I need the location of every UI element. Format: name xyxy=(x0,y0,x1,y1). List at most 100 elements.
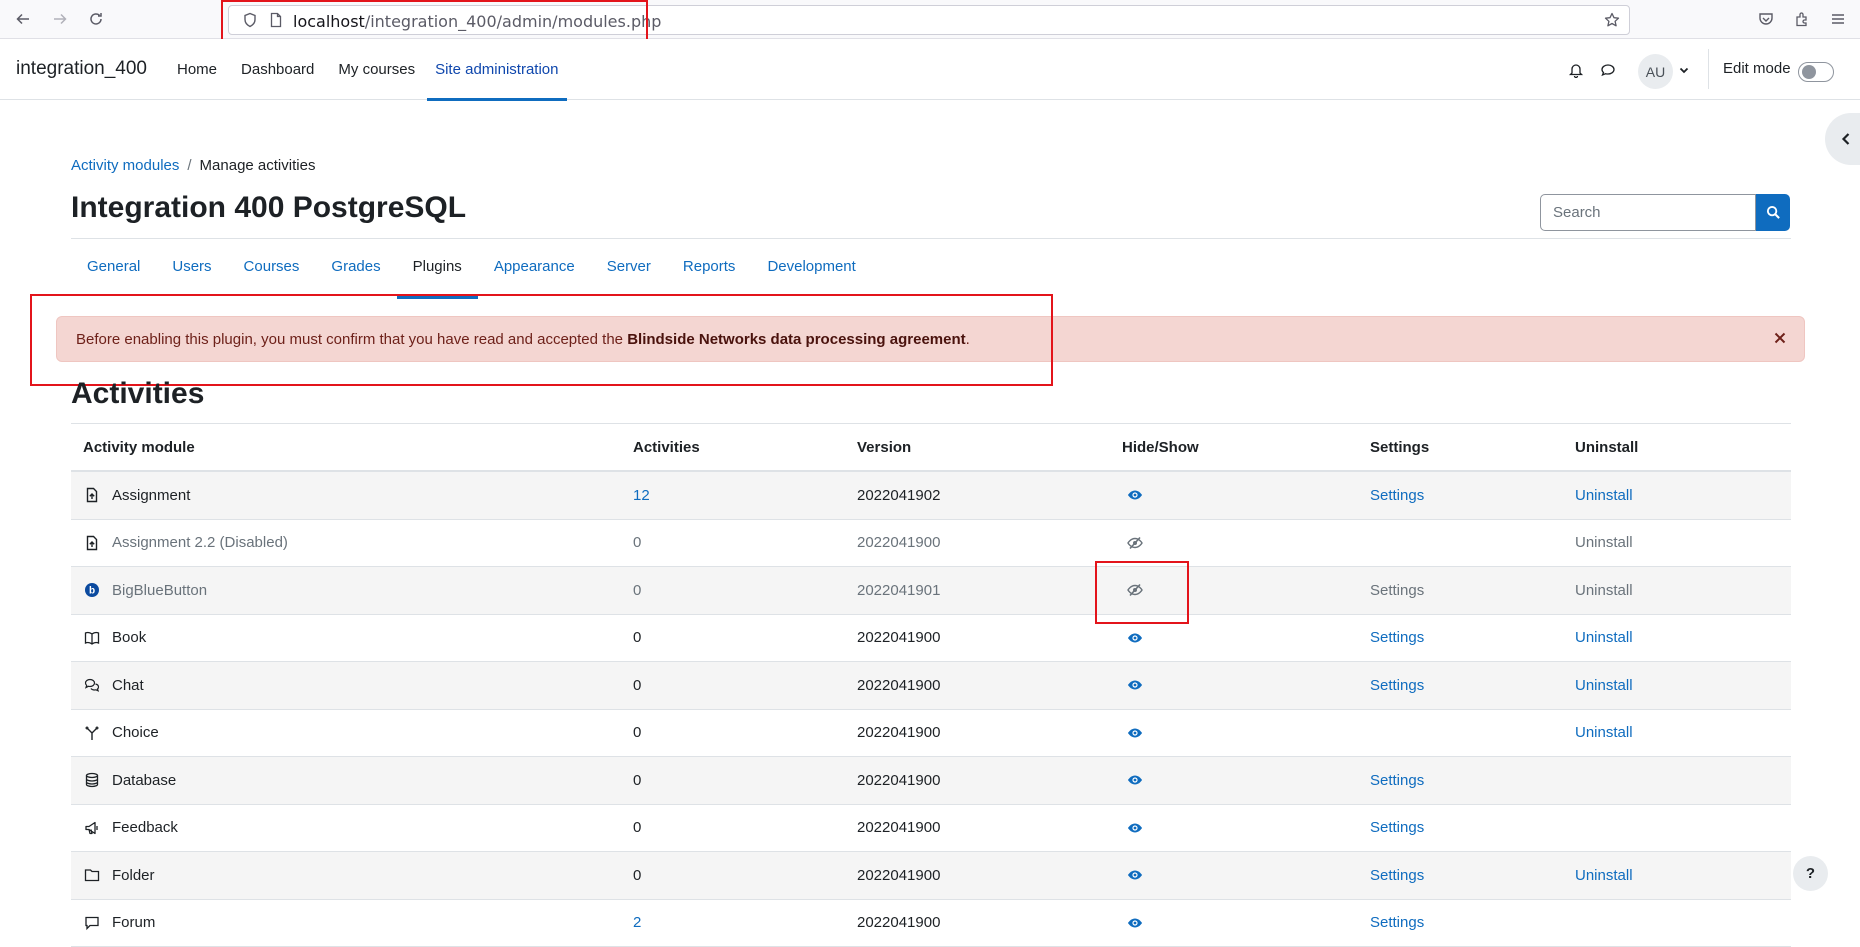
settings-link[interactable]: Settings xyxy=(1370,867,1424,884)
module-name: Folder xyxy=(112,867,155,884)
uninstall-link[interactable]: Uninstall xyxy=(1575,534,1633,551)
settings-cell: Settings xyxy=(1370,615,1575,662)
tab-general[interactable]: General xyxy=(71,245,156,299)
module-name: Assignment xyxy=(112,487,190,504)
activities-count[interactable]: 2 xyxy=(633,914,641,931)
tab-server[interactable]: Server xyxy=(591,245,667,299)
breadcrumb-activity-modules[interactable]: Activity modules xyxy=(71,157,179,174)
uninstall-cell xyxy=(1575,805,1791,852)
chevron-left-icon xyxy=(1839,132,1853,146)
eye-icon[interactable] xyxy=(1122,772,1143,788)
module-version: 2022041900 xyxy=(857,534,940,551)
pocket-icon[interactable] xyxy=(1755,8,1777,30)
version-cell: 2022041900 xyxy=(857,900,1122,947)
bookmark-star-icon[interactable] xyxy=(1601,9,1623,31)
folder-icon xyxy=(83,866,101,884)
close-icon[interactable] xyxy=(1771,329,1789,347)
notifications-bell-icon[interactable] xyxy=(1565,59,1587,81)
eye-slash-icon[interactable] xyxy=(1122,535,1143,551)
module-name-cell: Chat xyxy=(71,662,633,709)
tab-appearance[interactable]: Appearance xyxy=(478,245,591,299)
module-version: 2022041901 xyxy=(857,582,940,599)
back-icon[interactable] xyxy=(12,8,34,30)
module-name: Book xyxy=(112,629,146,646)
module-name-cell: Database xyxy=(71,757,633,804)
uninstall-link[interactable]: Uninstall xyxy=(1575,867,1633,884)
nav-home[interactable]: Home xyxy=(165,39,229,100)
uninstall-link[interactable]: Uninstall xyxy=(1575,629,1633,646)
site-name[interactable]: integration_400 xyxy=(16,58,147,80)
settings-link[interactable]: Settings xyxy=(1370,677,1424,694)
module-name-cell: Forum xyxy=(71,900,633,947)
eye-icon[interactable] xyxy=(1122,915,1143,931)
settings-link[interactable]: Settings xyxy=(1370,629,1424,646)
tab-users[interactable]: Users xyxy=(156,245,227,299)
hide-show-cell xyxy=(1122,805,1370,852)
help-button[interactable]: ? xyxy=(1793,856,1828,891)
settings-cell: Settings xyxy=(1370,472,1575,519)
search-input[interactable] xyxy=(1540,194,1756,231)
breadcrumb: Activity modules / Manage activities xyxy=(71,157,315,174)
activities-count[interactable]: 12 xyxy=(633,487,650,504)
settings-link[interactable]: Settings xyxy=(1370,582,1424,599)
forward-icon[interactable] xyxy=(49,8,71,30)
eye-icon[interactable] xyxy=(1122,630,1143,646)
module-name: Feedback xyxy=(112,819,178,836)
svg-text:b: b xyxy=(89,586,95,597)
book-icon xyxy=(83,629,101,647)
eye-icon[interactable] xyxy=(1122,867,1143,883)
module-version: 2022041900 xyxy=(857,867,940,884)
tab-development[interactable]: Development xyxy=(751,245,871,299)
hide-show-cell xyxy=(1122,520,1370,567)
nav-dashboard[interactable]: Dashboard xyxy=(229,39,326,100)
messages-icon[interactable] xyxy=(1597,59,1619,81)
nav-my-courses[interactable]: My courses xyxy=(326,39,427,100)
settings-link[interactable]: Settings xyxy=(1370,487,1424,504)
choice-icon xyxy=(83,724,101,742)
block-drawer-toggle[interactable] xyxy=(1825,113,1860,165)
module-name-cell: Assignment xyxy=(71,472,633,519)
search-button[interactable] xyxy=(1756,194,1790,231)
uninstall-link[interactable]: Uninstall xyxy=(1575,487,1633,504)
chevron-down-icon[interactable] xyxy=(1673,59,1695,81)
table-row: Chat02022041900SettingsUninstall xyxy=(71,662,1791,710)
uninstall-link[interactable]: Uninstall xyxy=(1575,724,1633,741)
edit-mode-toggle[interactable] xyxy=(1798,62,1834,82)
tab-grades[interactable]: Grades xyxy=(315,245,396,299)
activities-count: 0 xyxy=(633,772,641,789)
version-cell: 2022041900 xyxy=(857,805,1122,852)
header-activity-module: Activity module xyxy=(71,424,633,470)
eye-icon[interactable] xyxy=(1122,725,1143,741)
reload-icon[interactable] xyxy=(85,8,107,30)
settings-cell: Settings xyxy=(1370,567,1575,614)
activities-count-cell: 12 xyxy=(633,472,857,519)
module-name-cell: Assignment 2.2 (Disabled) xyxy=(71,520,633,567)
eye-icon[interactable] xyxy=(1122,677,1143,693)
tab-reports[interactable]: Reports xyxy=(667,245,752,299)
header-divider xyxy=(71,238,1791,239)
uninstall-link[interactable]: Uninstall xyxy=(1575,582,1633,599)
settings-cell: Settings xyxy=(1370,662,1575,709)
tab-plugins[interactable]: Plugins xyxy=(397,245,478,299)
table-header: Activity module Activities Version Hide/… xyxy=(71,424,1791,472)
settings-link[interactable]: Settings xyxy=(1370,772,1424,789)
uninstall-link[interactable]: Uninstall xyxy=(1575,677,1633,694)
table-row: Feedback02022041900Settings xyxy=(71,805,1791,853)
eye-icon[interactable] xyxy=(1122,487,1143,503)
uninstall-cell: Uninstall xyxy=(1575,520,1791,567)
admin-search xyxy=(1540,194,1790,231)
extensions-icon[interactable] xyxy=(1791,8,1813,30)
tab-courses[interactable]: Courses xyxy=(228,245,316,299)
eye-icon[interactable] xyxy=(1122,820,1143,836)
settings-link[interactable]: Settings xyxy=(1370,819,1424,836)
settings-link[interactable]: Settings xyxy=(1370,914,1424,931)
menu-icon[interactable] xyxy=(1827,8,1849,30)
version-cell: 2022041900 xyxy=(857,757,1122,804)
module-name: Forum xyxy=(112,914,155,931)
uninstall-cell: Uninstall xyxy=(1575,567,1791,614)
user-avatar[interactable]: AU xyxy=(1638,54,1673,89)
settings-cell xyxy=(1370,520,1575,567)
nav-site-administration[interactable]: Site administration xyxy=(427,39,566,100)
module-version: 2022041902 xyxy=(857,487,940,504)
settings-cell: Settings xyxy=(1370,900,1575,947)
